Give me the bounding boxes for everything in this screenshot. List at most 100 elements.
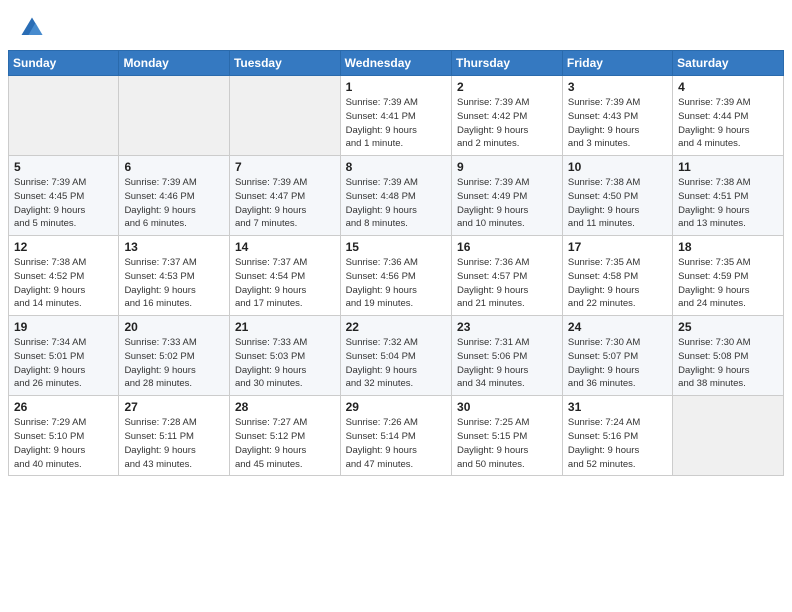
day-info: Sunrise: 7:30 AM Sunset: 5:08 PM Dayligh… [678, 336, 778, 391]
calendar-week-row: 19 Sunrise: 7:34 AM Sunset: 5:01 PM Dayli… [9, 316, 784, 396]
day-number: 14 [235, 240, 335, 254]
logo-icon [18, 14, 46, 42]
day-number: 8 [346, 160, 446, 174]
page: SundayMondayTuesdayWednesdayThursdayFrid… [0, 0, 792, 612]
day-info: Sunrise: 7:27 AM Sunset: 5:12 PM Dayligh… [235, 416, 335, 471]
day-of-week-header: Saturday [673, 51, 784, 76]
calendar-cell: 9 Sunrise: 7:39 AM Sunset: 4:49 PM Daylig… [452, 156, 563, 236]
calendar-cell: 18 Sunrise: 7:35 AM Sunset: 4:59 PM Dayli… [673, 236, 784, 316]
calendar-cell: 11Sunrise: 7:38 AM Sunset: 4:51 PM Dayli… [673, 156, 784, 236]
day-number: 23 [457, 320, 557, 334]
day-info: Sunrise: 7:35 AM Sunset: 4:59 PM Dayligh… [678, 256, 778, 311]
day-info: Sunrise: 7:37 AM Sunset: 4:54 PM Dayligh… [235, 256, 335, 311]
calendar-cell: 30Sunrise: 7:25 AM Sunset: 5:15 PM Dayli… [452, 396, 563, 476]
day-info: Sunrise: 7:24 AM Sunset: 5:16 PM Dayligh… [568, 416, 667, 471]
calendar-cell: 1 Sunrise: 7:39 AM Sunset: 4:41 PM Daylig… [340, 76, 451, 156]
day-number: 30 [457, 400, 557, 414]
day-info: Sunrise: 7:39 AM Sunset: 4:46 PM Dayligh… [124, 176, 224, 231]
day-info: Sunrise: 7:39 AM Sunset: 4:47 PM Dayligh… [235, 176, 335, 231]
day-number: 28 [235, 400, 335, 414]
calendar-cell: 10 Sunrise: 7:38 AM Sunset: 4:50 PM Dayli… [562, 156, 672, 236]
day-info: Sunrise: 7:28 AM Sunset: 5:11 PM Dayligh… [124, 416, 224, 471]
day-number: 7 [235, 160, 335, 174]
day-info: Sunrise: 7:39 AM Sunset: 4:42 PM Dayligh… [457, 96, 557, 151]
day-number: 16 [457, 240, 557, 254]
day-info: Sunrise: 7:26 AM Sunset: 5:14 PM Dayligh… [346, 416, 446, 471]
calendar-cell [673, 396, 784, 476]
calendar-cell: 21 Sunrise: 7:33 AM Sunset: 5:03 PM Dayli… [229, 316, 340, 396]
calendar-cell: 7 Sunrise: 7:39 AM Sunset: 4:47 PM Daylig… [229, 156, 340, 236]
calendar-cell: 20 Sunrise: 7:33 AM Sunset: 5:02 PM Dayli… [119, 316, 230, 396]
calendar-cell [9, 76, 119, 156]
day-number: 29 [346, 400, 446, 414]
calendar-wrapper: SundayMondayTuesdayWednesdayThursdayFrid… [0, 50, 792, 484]
calendar-cell: 8Sunrise: 7:39 AM Sunset: 4:48 PM Daylig… [340, 156, 451, 236]
day-number: 9 [457, 160, 557, 174]
calendar-cell: 2 Sunrise: 7:39 AM Sunset: 4:42 PM Daylig… [452, 76, 563, 156]
calendar-cell [119, 76, 230, 156]
day-number: 21 [235, 320, 335, 334]
calendar-cell: 16Sunrise: 7:36 AM Sunset: 4:57 PM Dayli… [452, 236, 563, 316]
calendar-cell: 6 Sunrise: 7:39 AM Sunset: 4:46 PM Daylig… [119, 156, 230, 236]
day-info: Sunrise: 7:37 AM Sunset: 4:53 PM Dayligh… [124, 256, 224, 311]
day-of-week-header: Thursday [452, 51, 563, 76]
header [0, 0, 792, 50]
day-number: 18 [678, 240, 778, 254]
day-info: Sunrise: 7:30 AM Sunset: 5:07 PM Dayligh… [568, 336, 667, 391]
logo [18, 14, 50, 42]
day-info: Sunrise: 7:33 AM Sunset: 5:03 PM Dayligh… [235, 336, 335, 391]
day-number: 19 [14, 320, 113, 334]
calendar-cell: 23Sunrise: 7:31 AM Sunset: 5:06 PM Dayli… [452, 316, 563, 396]
day-info: Sunrise: 7:33 AM Sunset: 5:02 PM Dayligh… [124, 336, 224, 391]
day-info: Sunrise: 7:34 AM Sunset: 5:01 PM Dayligh… [14, 336, 113, 391]
day-number: 26 [14, 400, 113, 414]
day-number: 24 [568, 320, 667, 334]
day-info: Sunrise: 7:39 AM Sunset: 4:49 PM Dayligh… [457, 176, 557, 231]
day-info: Sunrise: 7:38 AM Sunset: 4:52 PM Dayligh… [14, 256, 113, 311]
day-number: 3 [568, 80, 667, 94]
day-of-week-header: Monday [119, 51, 230, 76]
day-header-row: SundayMondayTuesdayWednesdayThursdayFrid… [9, 51, 784, 76]
calendar-cell: 19 Sunrise: 7:34 AM Sunset: 5:01 PM Dayli… [9, 316, 119, 396]
day-number: 25 [678, 320, 778, 334]
calendar-cell: 25 Sunrise: 7:30 AM Sunset: 5:08 PM Dayli… [673, 316, 784, 396]
day-info: Sunrise: 7:38 AM Sunset: 4:50 PM Dayligh… [568, 176, 667, 231]
day-of-week-header: Friday [562, 51, 672, 76]
day-of-week-header: Tuesday [229, 51, 340, 76]
calendar-cell: 31Sunrise: 7:24 AM Sunset: 5:16 PM Dayli… [562, 396, 672, 476]
day-number: 27 [124, 400, 224, 414]
calendar-header: SundayMondayTuesdayWednesdayThursdayFrid… [9, 51, 784, 76]
calendar-cell: 5 Sunrise: 7:39 AM Sunset: 4:45 PM Daylig… [9, 156, 119, 236]
calendar-cell: 26 Sunrise: 7:29 AM Sunset: 5:10 PM Dayli… [9, 396, 119, 476]
calendar-cell: 3Sunrise: 7:39 AM Sunset: 4:43 PM Daylig… [562, 76, 672, 156]
day-number: 15 [346, 240, 446, 254]
day-info: Sunrise: 7:35 AM Sunset: 4:58 PM Dayligh… [568, 256, 667, 311]
day-number: 10 [568, 160, 667, 174]
calendar-cell: 27 Sunrise: 7:28 AM Sunset: 5:11 PM Dayli… [119, 396, 230, 476]
day-number: 5 [14, 160, 113, 174]
calendar-cell: 24 Sunrise: 7:30 AM Sunset: 5:07 PM Dayli… [562, 316, 672, 396]
day-info: Sunrise: 7:39 AM Sunset: 4:41 PM Dayligh… [346, 96, 446, 151]
day-number: 20 [124, 320, 224, 334]
day-info: Sunrise: 7:39 AM Sunset: 4:44 PM Dayligh… [678, 96, 778, 151]
day-info: Sunrise: 7:39 AM Sunset: 4:45 PM Dayligh… [14, 176, 113, 231]
calendar-week-row: 12Sunrise: 7:38 AM Sunset: 4:52 PM Dayli… [9, 236, 784, 316]
day-number: 22 [346, 320, 446, 334]
day-info: Sunrise: 7:36 AM Sunset: 4:56 PM Dayligh… [346, 256, 446, 311]
day-number: 6 [124, 160, 224, 174]
day-info: Sunrise: 7:29 AM Sunset: 5:10 PM Dayligh… [14, 416, 113, 471]
calendar-week-row: 1 Sunrise: 7:39 AM Sunset: 4:41 PM Daylig… [9, 76, 784, 156]
day-number: 2 [457, 80, 557, 94]
calendar-cell: 29 Sunrise: 7:26 AM Sunset: 5:14 PM Dayli… [340, 396, 451, 476]
calendar-table: SundayMondayTuesdayWednesdayThursdayFrid… [8, 50, 784, 476]
day-number: 1 [346, 80, 446, 94]
calendar-cell: 14 Sunrise: 7:37 AM Sunset: 4:54 PM Dayli… [229, 236, 340, 316]
day-info: Sunrise: 7:38 AM Sunset: 4:51 PM Dayligh… [678, 176, 778, 231]
calendar-cell: 13 Sunrise: 7:37 AM Sunset: 4:53 PM Dayli… [119, 236, 230, 316]
calendar-week-row: 5 Sunrise: 7:39 AM Sunset: 4:45 PM Daylig… [9, 156, 784, 236]
calendar-cell: 15 Sunrise: 7:36 AM Sunset: 4:56 PM Dayli… [340, 236, 451, 316]
calendar-cell: 4 Sunrise: 7:39 AM Sunset: 4:44 PM Daylig… [673, 76, 784, 156]
day-number: 4 [678, 80, 778, 94]
day-of-week-header: Wednesday [340, 51, 451, 76]
day-number: 13 [124, 240, 224, 254]
